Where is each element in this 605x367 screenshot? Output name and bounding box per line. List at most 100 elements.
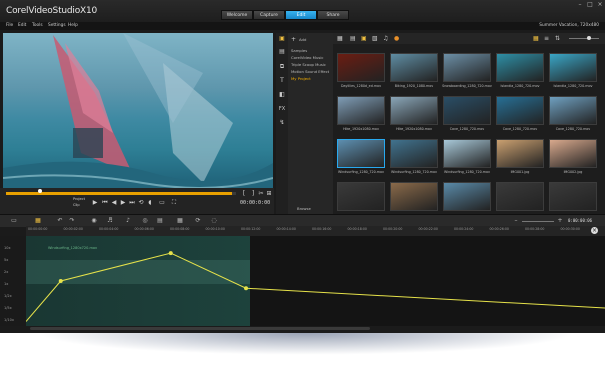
- ruler-tick-label: 00:00:26:00: [489, 227, 509, 231]
- zoom-in-icon[interactable]: +: [556, 217, 564, 225]
- auto-music-icon[interactable]: ♪: [124, 217, 132, 225]
- title-icon[interactable]: T: [278, 77, 286, 85]
- mode-clip[interactable]: Clip: [73, 203, 80, 207]
- storyboard-view-icon[interactable]: ▭: [10, 217, 18, 225]
- timeline-timecode[interactable]: 0:00:00:06: [568, 218, 592, 223]
- media-thumbnail[interactable]: [496, 53, 544, 82]
- speed-curve[interactable]: [26, 236, 605, 326]
- folder-motion-sound[interactable]: Motion Sound Effect: [291, 69, 329, 74]
- filter-icon[interactable]: FX: [278, 105, 286, 113]
- media-thumbnail[interactable]: [337, 53, 385, 82]
- split-icon[interactable]: ✂: [257, 190, 265, 198]
- media-thumbnail-label: Hike_1920x1080.mov: [396, 127, 432, 131]
- folder-my-project[interactable]: My Project: [291, 76, 311, 81]
- speed-label-half: 1/2x: [4, 294, 12, 298]
- home-icon[interactable]: ⏮: [101, 199, 109, 207]
- fullscreen-icon[interactable]: ⛶: [170, 199, 178, 207]
- tab-capture[interactable]: Capture: [253, 10, 285, 20]
- preview-timecode[interactable]: 00:00:0:00: [240, 200, 270, 206]
- scrub-handle[interactable]: [37, 189, 42, 193]
- menu-edit[interactable]: Edit: [18, 22, 26, 30]
- media-thumbnail[interactable]: [496, 182, 544, 211]
- timeline-zoom-slider[interactable]: [522, 221, 554, 222]
- tab-share[interactable]: Share: [317, 10, 349, 20]
- menu-file[interactable]: File: [6, 22, 13, 30]
- volume-icon[interactable]: ◖: [146, 199, 154, 207]
- undo-icon[interactable]: ↶: [56, 217, 64, 225]
- media-thumbnail[interactable]: [549, 139, 597, 168]
- prev-frame-icon[interactable]: ◀: [110, 199, 118, 207]
- menu-help[interactable]: Help: [68, 22, 78, 30]
- menu-tools[interactable]: Tools: [32, 22, 43, 30]
- menu-settings[interactable]: Settings: [48, 22, 66, 30]
- speed-keyframe[interactable]: [58, 279, 63, 283]
- media-thumbnail[interactable]: [390, 139, 438, 168]
- play-icon[interactable]: ▶: [91, 199, 99, 207]
- record-icon[interactable]: ◉: [90, 217, 98, 225]
- timeline-view-icon[interactable]: ▦: [34, 217, 42, 225]
- media-thumbnail[interactable]: [443, 96, 491, 125]
- ruler-tick-label: 00:00:18:00: [347, 227, 367, 231]
- add-folder-label[interactable]: Add: [299, 37, 306, 42]
- next-frame-icon[interactable]: ▶: [119, 199, 127, 207]
- media-thumbnail[interactable]: [443, 139, 491, 168]
- media-thumbnail[interactable]: [337, 96, 385, 125]
- instant-project-icon[interactable]: ▤: [278, 48, 286, 56]
- minimize-icon[interactable]: –: [576, 2, 584, 8]
- close-time-remap-icon[interactable]: ×: [591, 227, 598, 234]
- repeat-icon[interactable]: ⟲: [137, 199, 145, 207]
- end-icon[interactable]: ⏭: [128, 199, 136, 207]
- media-thumbnail[interactable]: [390, 182, 438, 211]
- path-icon[interactable]: ↯: [278, 119, 286, 127]
- media-thumbnail[interactable]: [390, 96, 438, 125]
- mask-icon[interactable]: ◌: [210, 217, 218, 225]
- redo-icon[interactable]: ↷: [68, 217, 76, 225]
- folder-triple-scoop[interactable]: Triple Scoop Music: [291, 62, 326, 67]
- speed-keyframe[interactable]: [244, 286, 249, 291]
- zoom-preview-icon[interactable]: ⊞: [265, 190, 273, 198]
- timeline-scrollbar[interactable]: [30, 327, 370, 330]
- transition-icon[interactable]: ⧉: [278, 63, 286, 71]
- speed-keyframe[interactable]: [168, 251, 173, 256]
- resolution-icon[interactable]: ▭: [158, 199, 166, 207]
- graphic-icon[interactable]: ◧: [278, 91, 286, 99]
- multi-camera-icon[interactable]: ▦: [176, 217, 184, 225]
- motion-tracking-icon[interactable]: ◎: [141, 217, 149, 225]
- window-shadow: [36, 333, 576, 355]
- media-thumbnail[interactable]: [443, 182, 491, 211]
- maximize-icon[interactable]: □: [586, 2, 594, 8]
- media-thumbnail[interactable]: [443, 53, 491, 82]
- app-window: CorelVideoStudioX10 Welcome Capture Edit…: [0, 0, 605, 333]
- subtitle-icon[interactable]: ▤: [156, 217, 164, 225]
- media-thumbnail[interactable]: [337, 139, 385, 168]
- zoom-out-icon[interactable]: –: [512, 217, 520, 225]
- media-thumbnail[interactable]: [496, 139, 544, 168]
- media-thumbnail[interactable]: [390, 53, 438, 82]
- media-thumbnail[interactable]: [549, 53, 597, 82]
- mode-project[interactable]: Project: [73, 197, 85, 201]
- tab-welcome[interactable]: Welcome: [221, 10, 253, 20]
- preview-window[interactable]: [3, 33, 273, 188]
- folder-samples[interactable]: Samples: [291, 48, 307, 53]
- add-folder-icon[interactable]: +: [291, 36, 296, 43]
- browse-button[interactable]: Browse: [297, 206, 311, 211]
- sound-mixer-icon[interactable]: ♬: [106, 217, 114, 225]
- folder-corelvideo-music[interactable]: CorelVideo Music: [291, 55, 324, 60]
- mark-in-icon[interactable]: [: [240, 190, 248, 198]
- media-thumbnail[interactable]: [549, 96, 597, 125]
- timeline-ruler[interactable]: 00:00:00:00 00:00:02:00 00:00:04:00 00:00:0…: [26, 226, 605, 236]
- media-thumbnail[interactable]: [496, 96, 544, 125]
- media-icon[interactable]: ▣: [278, 35, 286, 43]
- time-remap-icon[interactable]: ⟳: [194, 217, 202, 225]
- speed-label-2x: 2x: [4, 270, 9, 274]
- media-grid: Daylilies_1280d_ed.mov Biking_1920_1080.m…: [333, 33, 605, 214]
- ruler-tick-label: 00:00:00:00: [28, 227, 48, 231]
- media-thumbnail[interactable]: [549, 182, 597, 211]
- scrub-bar[interactable]: [6, 189, 236, 195]
- speed-label-fifth: 1/5x: [4, 306, 12, 310]
- speed-curve-line[interactable]: [26, 252, 605, 322]
- media-thumbnail[interactable]: [337, 182, 385, 211]
- tab-edit[interactable]: Edit: [285, 10, 317, 20]
- mark-out-icon[interactable]: ]: [249, 190, 257, 198]
- close-icon[interactable]: ×: [596, 2, 604, 8]
